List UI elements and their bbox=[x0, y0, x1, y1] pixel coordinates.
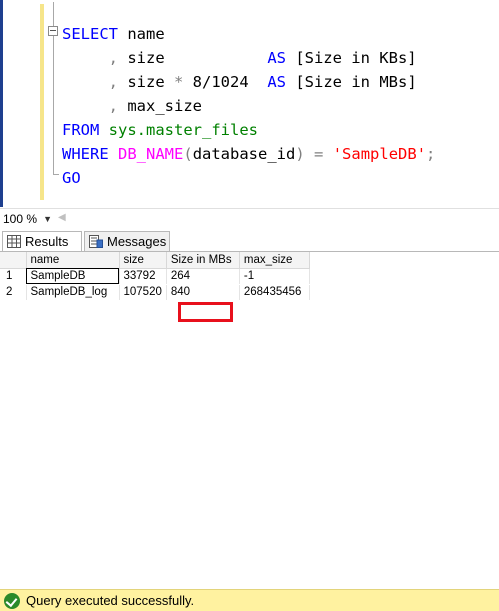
table-cell[interactable]: 33792 bbox=[119, 268, 167, 285]
code-token: database_id bbox=[192, 145, 296, 163]
table-cell[interactable]: 840 bbox=[166, 284, 240, 301]
code-token: ; bbox=[426, 145, 436, 163]
change-tracking-bar bbox=[40, 4, 44, 200]
results-tabs: Results Messages bbox=[0, 229, 499, 251]
code-token: , bbox=[62, 97, 118, 115]
messages-icon bbox=[89, 235, 103, 248]
code-token: [Size in MBs] bbox=[286, 73, 417, 91]
collapse-outline-icon[interactable] bbox=[48, 26, 58, 36]
code-line: GO bbox=[62, 166, 81, 190]
success-check-icon bbox=[4, 593, 20, 609]
code-line: FROM sys.master_files bbox=[62, 118, 258, 142]
scroll-left-icon[interactable]: ◀ bbox=[58, 212, 66, 223]
row-number[interactable]: 2 bbox=[0, 284, 27, 301]
table-row[interactable]: 2 SampleDB_log 107520 840 268435456 bbox=[0, 284, 310, 301]
table-cell[interactable]: SampleDB_log bbox=[26, 284, 120, 301]
code-line: , max_size bbox=[62, 94, 202, 118]
results-grid-area: name size Size in MBs max_size 1 SampleDB 337… bbox=[0, 251, 499, 586]
code-line: , size AS [Size in KBs] bbox=[62, 46, 417, 70]
code-token: ) bbox=[295, 145, 305, 163]
tab-messages[interactable]: Messages bbox=[84, 231, 170, 251]
tab-messages-label: Messages bbox=[107, 234, 167, 249]
code-line: SELECT name bbox=[62, 22, 165, 46]
row-number[interactable]: 1 bbox=[0, 268, 27, 285]
zoom-bar: 100 % ▼ ◀ bbox=[0, 208, 499, 229]
outline-line bbox=[53, 36, 54, 174]
code-line: WHERE DB_NAME(database_id) = 'SampleDB'; bbox=[62, 142, 435, 166]
code-token: FROM bbox=[62, 121, 100, 139]
code-token: 'SampleDB' bbox=[332, 145, 427, 163]
code-token: , bbox=[62, 49, 118, 67]
code-token: WHERE bbox=[62, 145, 109, 163]
horizontal-scrollbar[interactable] bbox=[68, 215, 498, 224]
code-token: name bbox=[118, 25, 165, 43]
column-header[interactable] bbox=[0, 252, 27, 269]
chevron-down-icon: ▼ bbox=[43, 214, 52, 224]
table-cell[interactable]: 264 bbox=[166, 268, 240, 285]
status-bar: Query executed successfully. bbox=[0, 589, 499, 611]
column-header[interactable]: Size in MBs bbox=[166, 252, 240, 269]
highlight-annotation bbox=[178, 302, 233, 322]
grid-icon bbox=[7, 235, 21, 248]
zoom-value: 100 % bbox=[3, 212, 38, 226]
code-token: 8/1024 bbox=[183, 73, 268, 91]
results-grid: name size Size in MBs max_size 1 SampleDB 337… bbox=[0, 252, 310, 301]
code-line: , size * 8/1024 AS [Size in MBs] bbox=[62, 70, 417, 94]
editor-margin-bar bbox=[0, 0, 3, 207]
code-token: AS bbox=[267, 49, 286, 67]
code-token: max_size bbox=[118, 97, 202, 115]
tab-results-label: Results bbox=[25, 234, 69, 249]
grid-header-row: name size Size in MBs max_size bbox=[0, 252, 310, 269]
code-token: AS bbox=[267, 73, 287, 91]
zoom-dropdown[interactable]: 100 % ▼ bbox=[2, 211, 52, 228]
code-token: DB_NAME bbox=[118, 145, 184, 163]
status-text: Query executed successfully. bbox=[26, 593, 195, 608]
table-cell[interactable]: SampleDB bbox=[26, 268, 120, 285]
tab-results[interactable]: Results bbox=[2, 231, 82, 251]
table-cell[interactable]: -1 bbox=[239, 268, 310, 285]
column-header[interactable]: name bbox=[26, 252, 120, 269]
code-token: ( bbox=[183, 145, 193, 163]
outline-end bbox=[53, 174, 59, 175]
table-row[interactable]: 1 SampleDB 33792 264 -1 bbox=[0, 268, 310, 285]
column-header[interactable]: size bbox=[119, 252, 167, 269]
outline-line bbox=[53, 2, 54, 26]
code-token: SELECT bbox=[62, 25, 118, 43]
table-cell[interactable]: 268435456 bbox=[239, 284, 310, 301]
column-header[interactable]: max_size bbox=[239, 252, 310, 269]
code-token: * bbox=[174, 73, 184, 91]
code-token: = bbox=[314, 145, 324, 163]
code-token: GO bbox=[62, 169, 81, 187]
code-token: sys.master_files bbox=[108, 121, 258, 139]
code-token: , bbox=[62, 73, 118, 91]
code-token: [Size in KBs] bbox=[285, 49, 417, 67]
table-cell[interactable]: 107520 bbox=[119, 284, 167, 301]
query-editor[interactable]: SELECT name , size AS [Size in KBs] , si… bbox=[0, 0, 499, 207]
code-token: size bbox=[118, 49, 268, 67]
code-token: size bbox=[118, 73, 174, 91]
